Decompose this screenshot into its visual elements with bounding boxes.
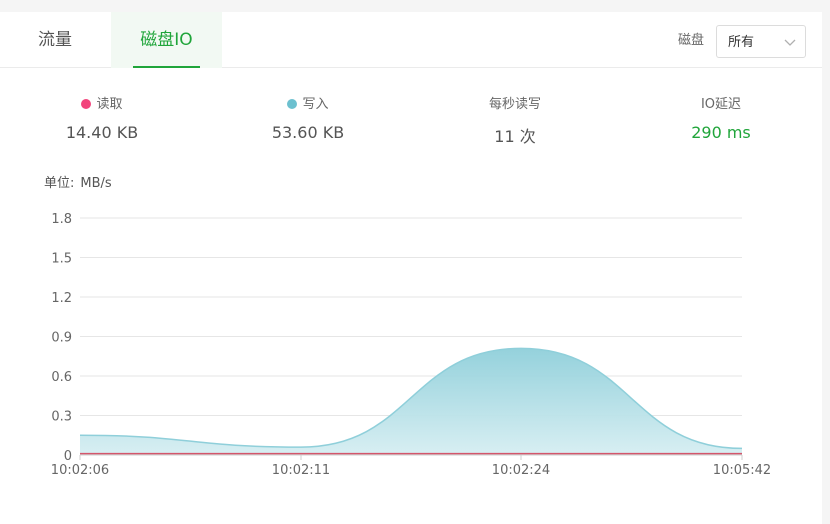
x-tick-label: 10:02:06 — [51, 463, 109, 478]
disk-io-chart: 0 0.3 0.6 0.9 1.2 1.5 1.8 10:02:06 10:02:11 10:02… — [51, 212, 771, 478]
x-tick-label: 10:02:11 — [272, 463, 330, 478]
y-tick-label: 0.9 — [51, 331, 72, 346]
write-series-area — [80, 348, 742, 455]
y-tick-label: 0.3 — [51, 410, 72, 425]
y-tick-label: 0 — [64, 449, 72, 464]
x-tick-label: 10:05:42 — [713, 463, 771, 478]
y-tick-label: 0.6 — [51, 370, 72, 385]
y-tick-label: 1.5 — [51, 252, 72, 267]
x-tick-label: 10:02:24 — [492, 463, 550, 478]
y-tick-label: 1.2 — [51, 291, 72, 306]
y-tick-label: 1.8 — [51, 212, 72, 227]
